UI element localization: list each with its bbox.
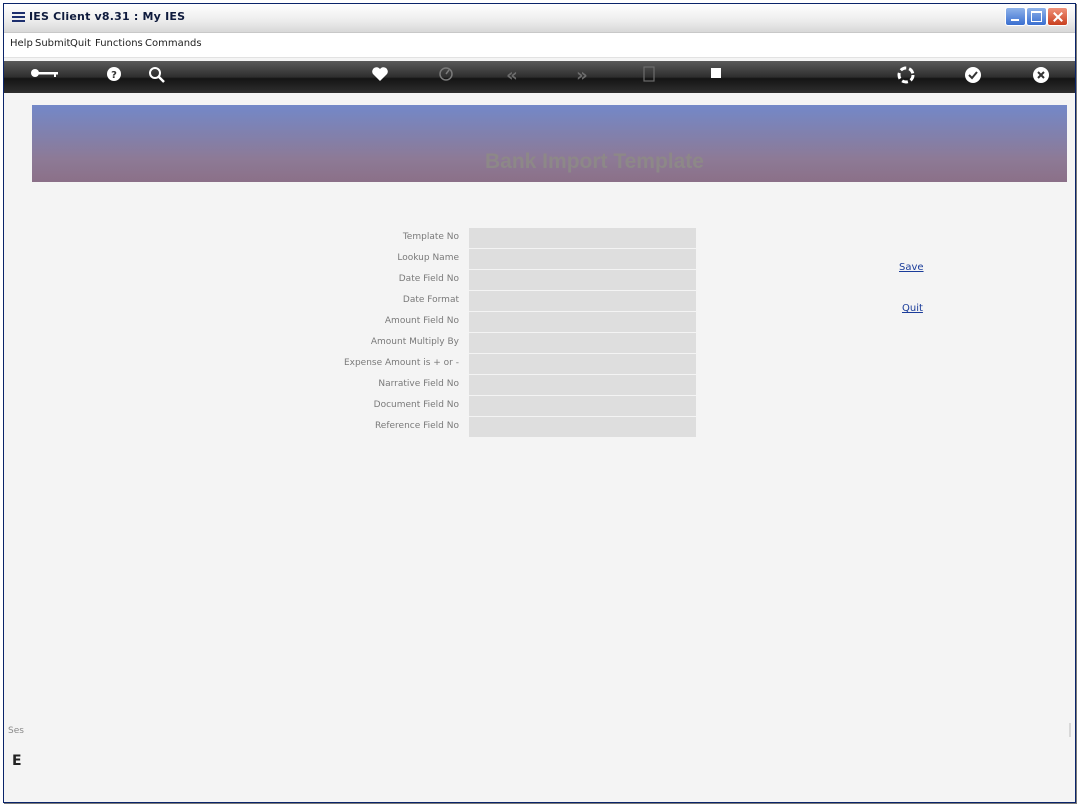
- rewind-icon: «: [506, 65, 518, 86]
- document-field-no-label: Document Field No: [373, 400, 459, 410]
- amount-multiply-by-field[interactable]: [469, 333, 696, 353]
- template-no-label: Template No: [402, 232, 459, 242]
- title-bar[interactable]: IES Client v8.31 : My IES: [4, 4, 1075, 33]
- save-link[interactable]: Save: [899, 262, 924, 273]
- page-banner: Bank Import Template: [32, 105, 1067, 182]
- form-row-date-field-no: Date Field No: [304, 270, 696, 291]
- form-row-template-no: Template No: [304, 228, 696, 249]
- lookup-name-label: Lookup Name: [397, 253, 459, 263]
- menu-functions[interactable]: Functions: [95, 38, 143, 49]
- form-row-date-format: Date Format: [304, 291, 696, 312]
- date-format-field[interactable]: [469, 291, 696, 311]
- status-indicator: E: [12, 753, 22, 769]
- page-title: Bank Import Template: [485, 150, 704, 173]
- date-field-no-field[interactable]: [469, 270, 696, 290]
- menu-help[interactable]: Help: [10, 38, 33, 49]
- document-field-no-field[interactable]: [469, 396, 696, 416]
- menu-quit[interactable]: Quit: [70, 38, 91, 49]
- search-icon[interactable]: [145, 66, 169, 86]
- toolbar: ? « »: [4, 61, 1075, 93]
- menu-submit[interactable]: Submit: [35, 38, 70, 49]
- maximize-button[interactable]: [1026, 7, 1047, 26]
- window-title: IES Client v8.31 : My IES: [29, 10, 186, 23]
- svg-text:?: ?: [111, 70, 117, 81]
- form-row-expense-amount-sign: Expense Amount is + or -: [304, 354, 696, 375]
- template-no-field[interactable]: [469, 228, 696, 248]
- amount-multiply-by-label: Amount Multiply By: [370, 337, 459, 347]
- cancel-icon[interactable]: [1029, 66, 1053, 86]
- form-row-amount-field-no: Amount Field No: [304, 312, 696, 333]
- stop-icon[interactable]: [704, 66, 728, 86]
- narrative-field-no-label: Narrative Field No: [378, 379, 459, 389]
- scrollbar-handle[interactable]: [1069, 723, 1071, 737]
- menu-commands[interactable]: Commands: [145, 38, 202, 49]
- status-label: Ses: [8, 726, 24, 736]
- form-row-reference-field-no: Reference Field No: [304, 417, 696, 438]
- fast-forward-icon: »: [576, 65, 588, 86]
- key-icon[interactable]: [28, 66, 62, 86]
- app-menu-icon[interactable]: [12, 12, 25, 24]
- quit-link[interactable]: Quit: [902, 303, 923, 314]
- app-window: IES Client v8.31 : My IES Help Submit Qu…: [3, 3, 1076, 803]
- form-row-document-field-no: Document Field No: [304, 396, 696, 417]
- check-icon[interactable]: [961, 66, 985, 86]
- expense-amount-sign-field[interactable]: [469, 354, 696, 374]
- amount-field-no-field[interactable]: [469, 312, 696, 332]
- reference-field-no-field[interactable]: [469, 417, 696, 437]
- amount-field-no-label: Amount Field No: [384, 316, 459, 326]
- form-row-narrative-field-no: Narrative Field No: [304, 375, 696, 396]
- refresh-icon[interactable]: [894, 66, 918, 86]
- date-field-no-label: Date Field No: [398, 274, 459, 284]
- expense-amount-sign-label: Expense Amount is + or -: [343, 358, 459, 368]
- minimize-button[interactable]: [1005, 7, 1026, 26]
- document-icon: [637, 66, 661, 86]
- menu-bar: Help Submit Quit Functions Commands: [4, 33, 1075, 58]
- help-icon[interactable]: ?: [102, 66, 126, 86]
- heart-icon[interactable]: [368, 66, 392, 86]
- form-row-amount-multiply-by: Amount Multiply By: [304, 333, 696, 354]
- form-row-lookup-name: Lookup Name: [304, 249, 696, 270]
- clock-icon: [434, 66, 458, 86]
- close-button[interactable]: [1047, 7, 1068, 26]
- narrative-field-no-field[interactable]: [469, 375, 696, 395]
- date-format-label: Date Format: [402, 295, 459, 305]
- lookup-name-field[interactable]: [469, 249, 696, 269]
- reference-field-no-label: Reference Field No: [374, 421, 459, 431]
